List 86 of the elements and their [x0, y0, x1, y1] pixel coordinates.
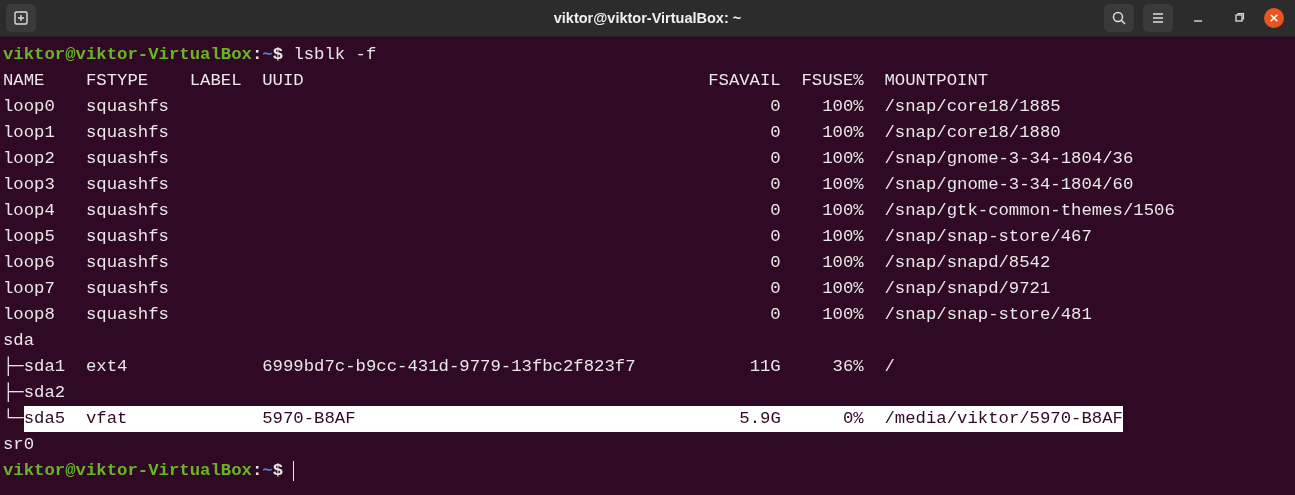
table-cell-text: loop1 [3, 122, 55, 144]
new-tab-icon [13, 10, 29, 26]
new-tab-button[interactable] [6, 4, 36, 32]
table-cell-text: 100% [822, 304, 864, 326]
table-cell-text: squashfs [85, 252, 169, 274]
tree-line: └─ [2, 407, 24, 430]
table-cell-text: 100% [822, 174, 864, 196]
table-cell-text: 100% [822, 200, 864, 222]
table-cell-text: 6999bd7c-b9cc-431d-9779-13fbc2f823f7 [262, 356, 636, 378]
table-cell-text: 0 [770, 96, 781, 118]
table-cell-text: 0 [770, 304, 781, 326]
table-cell-text: 100% [822, 96, 864, 118]
column-header: LABEL [189, 70, 242, 92]
table-cell-text: 0 [770, 200, 781, 222]
prompt-separator: : [251, 460, 263, 482]
table-cell-text: squashfs [85, 174, 169, 196]
table-cell-text: 5970-B8AF [262, 408, 356, 430]
search-button[interactable] [1104, 4, 1134, 32]
table-cell-text: loop5 [3, 226, 55, 248]
tree-line: ├─ [2, 355, 24, 378]
menu-icon [1150, 10, 1166, 26]
table-cell-text: loop3 [3, 174, 55, 196]
window-title: viktor@viktor-VirtualBox: ~ [553, 10, 742, 26]
table-cell-text: squashfs [85, 278, 169, 300]
prompt-user: viktor@viktor-VirtualBox [2, 44, 252, 66]
search-icon [1111, 10, 1127, 26]
table-cell-text: loop4 [3, 200, 55, 222]
table-cell-text: 11G [749, 356, 781, 378]
table-cell-text: 100% [822, 252, 864, 274]
table-cell-text: loop0 [3, 96, 55, 118]
table-cell-text: 0 [770, 252, 781, 274]
column-header: FSUSE% [801, 70, 864, 92]
table-cell-text: /snap/gnome-3-34-1804/36 [884, 148, 1134, 170]
table-cell-text: 36% [832, 356, 864, 378]
table-cell-text: 0 [770, 174, 781, 196]
table-cell-text: /snap/gnome-3-34-1804/60 [884, 174, 1134, 196]
column-header: MOUNTPOINT [884, 70, 989, 92]
column-header: UUID [262, 70, 304, 92]
table-cell-text: loop8 [3, 304, 55, 326]
table-cell-text: /snap/snapd/9721 [884, 278, 1051, 300]
table-cell-text: 5.9G [739, 408, 781, 430]
table-cell-text: squashfs [85, 226, 169, 248]
table-cell-text: /snap/snapd/8542 [884, 252, 1051, 274]
table-cell-text: 0 [770, 148, 781, 170]
table-cell-text: 100% [822, 278, 864, 300]
table-cell-text: 0 [770, 278, 781, 300]
table-cell-text: /snap/snap-store/467 [884, 226, 1092, 248]
tree-line: ├─ [2, 381, 24, 404]
prompt-path: ~ [262, 460, 273, 482]
table-cell-text: sr0 [3, 434, 35, 456]
table-cell-text: squashfs [85, 200, 169, 222]
table-cell-text: 100% [822, 148, 864, 170]
prompt-path: ~ [262, 44, 273, 66]
table-cell-text: squashfs [85, 122, 169, 144]
table-cell-text: 0 [770, 226, 781, 248]
column-header: FSAVAIL [708, 70, 781, 92]
column-header: FSTYPE [85, 70, 149, 92]
table-cell-text: 0% [842, 408, 864, 430]
table-cell-text: /media/viktor/5970-B8AF [884, 408, 1123, 430]
table-cell-text: loop2 [3, 148, 55, 170]
table-cell-text: /snap/snap-store/481 [884, 304, 1092, 326]
table-cell-text: squashfs [85, 148, 169, 170]
close-icon[interactable] [1264, 8, 1284, 28]
table-cell-text: 100% [822, 122, 864, 144]
table-cell-text: sda2 [23, 383, 66, 404]
table-cell-text: /snap/core18/1880 [884, 122, 1061, 144]
table-cell-text: squashfs [85, 96, 169, 118]
menu-button[interactable] [1143, 4, 1173, 32]
table-cell-text: ext4 [85, 356, 128, 378]
table-cell-text: /snap/core18/1885 [884, 96, 1061, 118]
table-cell-text: / [884, 356, 895, 378]
table-cell-text: 100% [822, 226, 864, 248]
table-cell-text: vfat [85, 408, 128, 430]
prompt-symbol: $ [272, 460, 283, 482]
prompt-user: viktor@viktor-VirtualBox [2, 460, 252, 482]
table-cell-text: squashfs [85, 304, 169, 326]
table-cell-text: loop6 [3, 252, 55, 274]
table-cell-text: sda1 [23, 357, 66, 378]
table-cell-text: 0 [770, 122, 781, 144]
command-text: lsblk -f [293, 44, 377, 66]
table-cell-text: loop7 [3, 278, 55, 300]
prompt-separator: : [251, 44, 263, 66]
prompt-symbol: $ [272, 44, 283, 66]
table-cell-text: /snap/gtk-common-themes/1506 [884, 200, 1175, 222]
table-cell-text: sda [3, 330, 35, 352]
column-header: NAME [3, 70, 45, 92]
